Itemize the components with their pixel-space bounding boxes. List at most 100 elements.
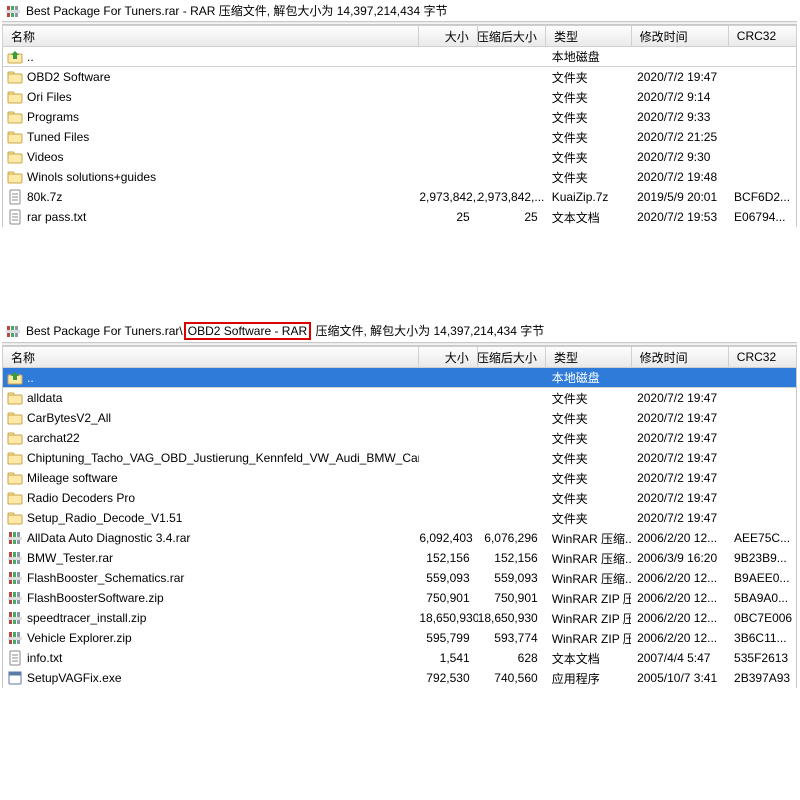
file-crc: 535F2613 — [728, 651, 796, 665]
file-type: WinRAR 压缩... — [546, 530, 631, 547]
file-row[interactable]: Tuned Files文件夹2020/7/2 21:25 — [3, 127, 796, 147]
file-size: 25 — [419, 210, 477, 224]
file-crc: B9AEE0... — [728, 571, 796, 585]
file-name: BMW_Tester.rar — [27, 551, 113, 565]
file-row[interactable]: .. 本地磁盘 — [3, 47, 796, 67]
file-type: 文件夹 — [546, 490, 631, 507]
file-name: 80k.7z — [27, 190, 62, 204]
file-packed: 2,973,842,... — [478, 190, 546, 204]
archive-icon — [7, 590, 23, 606]
file-row[interactable]: rar pass.txt2525文本文档2020/7/2 19:53E06794… — [3, 207, 796, 227]
file-modified: 2020/7/2 9:14 — [631, 90, 728, 104]
file-row[interactable]: info.txt1,541628文本文档2007/4/4 5:47535F261… — [3, 648, 796, 668]
file-row[interactable]: Vehicle Explorer.zip595,799593,774WinRAR… — [3, 628, 796, 648]
col-size[interactable]: 大小 — [419, 347, 478, 367]
column-header: 名称 大小 压缩后大小 类型 修改时间 CRC32 — [2, 25, 797, 47]
col-name[interactable]: 名称 — [3, 347, 419, 367]
file-type: 文本文档 — [546, 650, 631, 667]
file-type: 文件夹 — [546, 410, 631, 427]
file-row[interactable]: Programs文件夹2020/7/2 9:33 — [3, 107, 796, 127]
file-modified: 2020/7/2 19:47 — [631, 391, 728, 405]
folder-icon — [7, 490, 23, 506]
file-row[interactable]: AllData Auto Diagnostic 3.4.rar6,092,403… — [3, 528, 796, 548]
file-crc: 5BA9A0... — [728, 591, 796, 605]
file-type: 文件夹 — [546, 450, 631, 467]
title-bar[interactable]: Best Package For Tuners.rar\OBD2 Softwar… — [2, 320, 797, 342]
file-type: 文件夹 — [546, 129, 631, 146]
col-modified[interactable]: 修改时间 — [632, 26, 729, 46]
file-modified: 2020/7/2 19:53 — [631, 210, 728, 224]
folder-icon — [7, 450, 23, 466]
file-row[interactable]: FlashBooster_Schematics.rar559,093559,09… — [3, 568, 796, 588]
file-name: Tuned Files — [27, 130, 89, 144]
winrar-app-icon — [6, 323, 22, 339]
file-modified: 2020/7/2 19:47 — [631, 511, 728, 525]
winrar-window-root: Best Package For Tuners.rar - RAR 压缩文件, … — [2, 0, 797, 310]
file-modified: 2006/2/20 12... — [631, 531, 728, 545]
col-crc[interactable]: CRC32 — [729, 347, 797, 367]
file-row[interactable]: speedtracer_install.zip18,650,93018,650,… — [3, 608, 796, 628]
folder-icon — [7, 169, 23, 185]
col-type[interactable]: 类型 — [546, 26, 632, 46]
file-type: 本地磁盘 — [546, 48, 631, 65]
folder-icon — [7, 430, 23, 446]
file-row[interactable]: Chiptuning_Tacho_VAG_OBD_Justierung_Kenn… — [3, 448, 796, 468]
file-modified: 2020/7/2 9:33 — [631, 110, 728, 124]
file-row[interactable]: OBD2 Software文件夹2020/7/2 19:47 — [3, 67, 796, 87]
file-row[interactable]: alldata文件夹2020/7/2 19:47 — [3, 388, 796, 408]
file-name: SetupVAGFix.exe — [27, 671, 122, 685]
file-name: .. — [27, 371, 34, 385]
file-row[interactable]: 80k.7z2,973,842,...2,973,842,...KuaiZip.… — [3, 187, 796, 207]
col-size[interactable]: 大小 — [419, 26, 478, 46]
file-size: 750,901 — [419, 591, 477, 605]
file-row[interactable]: Videos 文件夹2020/7/2 9:30 — [3, 147, 796, 167]
file-size: 559,093 — [419, 571, 477, 585]
title-bar[interactable]: Best Package For Tuners.rar - RAR 压缩文件, … — [2, 0, 797, 21]
file-row[interactable]: BMW_Tester.rar152,156152,156WinRAR 压缩...… — [3, 548, 796, 568]
window-title: Best Package For Tuners.rar - RAR 压缩文件, … — [26, 2, 447, 19]
file-name: Mileage software — [27, 471, 118, 485]
file-row[interactable]: Setup_Radio_Decode_V1.51文件夹2020/7/2 19:4… — [3, 508, 796, 528]
file-type: 文件夹 — [546, 109, 631, 126]
file-row[interactable]: carchat22文件夹2020/7/2 19:47 — [3, 428, 796, 448]
file-name: Setup_Radio_Decode_V1.51 — [27, 511, 182, 525]
col-type[interactable]: 类型 — [546, 347, 632, 367]
col-modified[interactable]: 修改时间 — [632, 347, 729, 367]
file-crc: E06794... — [728, 210, 796, 224]
file-name: .. — [27, 50, 34, 64]
file-modified: 2020/7/2 19:47 — [631, 431, 728, 445]
file-type: 文件夹 — [546, 149, 631, 166]
file-name: OBD2 Software — [27, 70, 110, 84]
file-name: Ori Files — [27, 90, 72, 104]
file-name: Videos — [27, 150, 63, 164]
file-size: 595,799 — [419, 631, 477, 645]
file-name: rar pass.txt — [27, 210, 86, 224]
file-row[interactable]: Radio Decoders Pro文件夹2020/7/2 19:47 — [3, 488, 796, 508]
file-row[interactable]: Winols solutions+guides文件夹2020/7/2 19:48 — [3, 167, 796, 187]
file-modified: 2007/4/4 5:47 — [631, 651, 728, 665]
file-row[interactable]: Ori Files文件夹2020/7/2 9:14 — [3, 87, 796, 107]
file-modified: 2020/7/2 19:47 — [631, 70, 728, 84]
file-modified: 2006/3/9 16:20 — [631, 551, 728, 565]
col-crc[interactable]: CRC32 — [729, 26, 797, 46]
col-packed[interactable]: 压缩后大小 — [478, 347, 546, 367]
file-crc: BCF6D2... — [728, 190, 796, 204]
file-row[interactable]: SetupVAGFix.exe792,530740,560应用程序2005/10… — [3, 668, 796, 688]
col-name[interactable]: 名称 — [3, 26, 419, 46]
file-packed: 152,156 — [478, 551, 546, 565]
file-row[interactable]: FlashBoosterSoftware.zip750,901750,901Wi… — [3, 588, 796, 608]
file-modified: 2020/7/2 9:30 — [631, 150, 728, 164]
file-name: FlashBooster_Schematics.rar — [27, 571, 184, 585]
title-suffix: 压缩文件, 解包大小为 14,397,214,434 字节 — [315, 324, 544, 338]
file-modified: 2020/7/2 19:47 — [631, 471, 728, 485]
file-row[interactable]: CarBytesV2_All文件夹2020/7/2 19:47 — [3, 408, 796, 428]
file-packed: 6,076,296 — [478, 531, 546, 545]
col-packed[interactable]: 压缩后大小 — [478, 26, 546, 46]
file-name: CarBytesV2_All — [27, 411, 111, 425]
folder-icon — [7, 510, 23, 526]
folder-icon — [7, 390, 23, 406]
file-row[interactable]: Mileage software文件夹2020/7/2 19:47 — [3, 468, 796, 488]
file-row[interactable]: ..本地磁盘 — [3, 368, 796, 388]
archive-icon — [7, 550, 23, 566]
executable-icon — [7, 670, 23, 686]
